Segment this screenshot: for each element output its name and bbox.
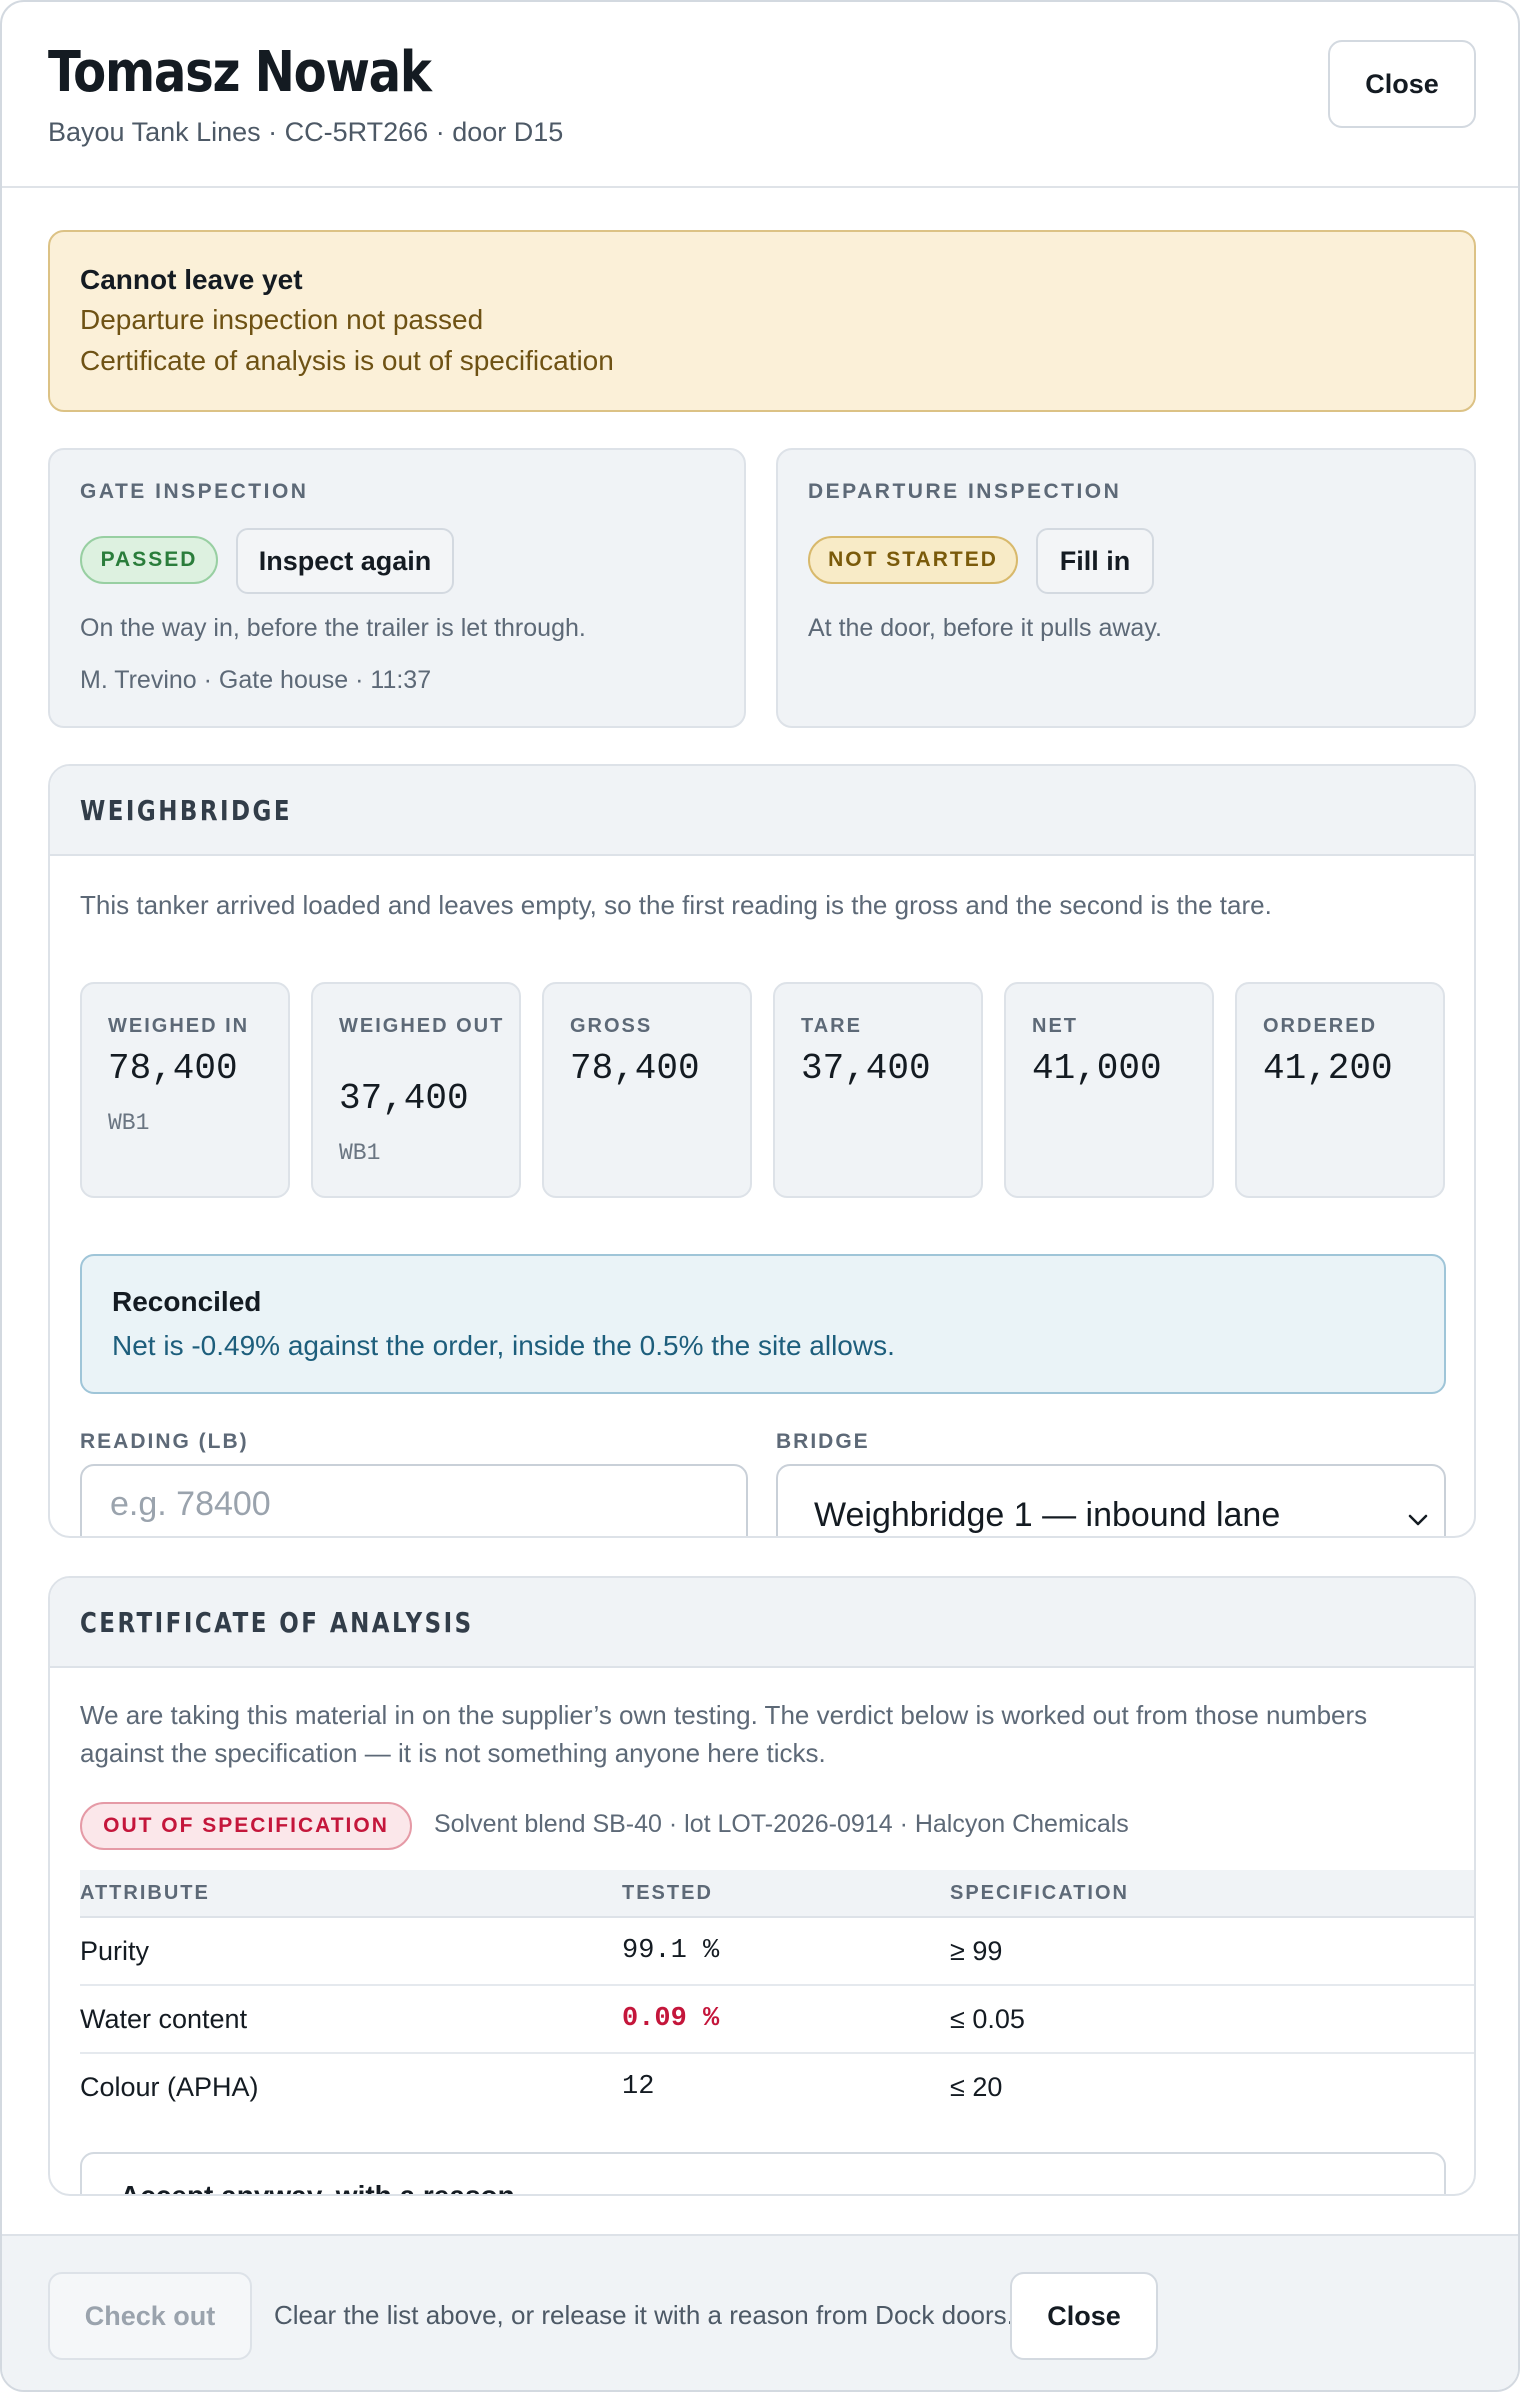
card-label: DEPARTURE INSPECTION	[808, 480, 1122, 503]
reading-tile-weighed-in: WEIGHED IN 78,400 WB1	[80, 982, 290, 1198]
dialog-header: Tomasz Nowak Bayou Tank Lines · CC-5RT26…	[2, 2, 1518, 188]
tile-label: NET	[1032, 1015, 1078, 1037]
table-row: Purity 99.1 % ≥ 99	[80, 1918, 1474, 1986]
spec-cell: ≤ 0.05	[950, 2004, 1025, 2034]
tile-value: 37,400	[801, 1048, 931, 1089]
reading-tile-ordered: ORDERED 41,200	[1235, 982, 1445, 1198]
bridge-select[interactable]: Weighbridge 1 — inbound lane	[776, 1464, 1446, 1536]
reconciled-notice: Reconciled Net is -0.49% against the ord…	[80, 1254, 1446, 1394]
card-description: At the door, before it pulls away.	[808, 614, 1162, 642]
footer-hint: Clear the list above, or release it with…	[274, 2300, 1014, 2330]
attribute-cell: Water content	[80, 2004, 248, 2034]
column-header: ATTRIBUTE	[80, 1882, 210, 1904]
verdict-badge: OUT OF SPECIFICATION	[80, 1802, 412, 1850]
tested-cell: 99.1 %	[622, 1936, 720, 1966]
column-header: TESTED	[622, 1882, 713, 1904]
attribute-cell: Colour (APHA)	[80, 2072, 259, 2102]
close-button[interactable]: Close	[1328, 40, 1476, 128]
tested-cell: 12	[622, 2072, 655, 2102]
tile-value: 41,200	[1263, 1048, 1393, 1089]
tested-cell-out-of-spec: 0.09 %	[622, 2004, 720, 2034]
card-description: On the way in, before the trailer is let…	[80, 614, 586, 642]
spec-cell: ≥ 99	[950, 1936, 1003, 1966]
accept-anyway-panel[interactable]: Accept anyway, with a reason	[80, 2152, 1446, 2196]
gate-inspection-card: GATE INSPECTION PASSED Inspect again On …	[48, 448, 746, 728]
blocking-banner: Cannot leave yet Departure inspection no…	[48, 230, 1476, 412]
tile-label: ORDERED	[1263, 1015, 1378, 1037]
visit-detail-dialog: Tomasz Nowak Bayou Tank Lines · CC-5RT26…	[0, 0, 1520, 2392]
departure-inspection-card: DEPARTURE INSPECTION NOT STARTED Fill in…	[776, 448, 1476, 728]
section-intro: We are taking this material in on the su…	[80, 1700, 1368, 1768]
reading-tile-weighed-out: WEIGHED OUT 37,400 WB1	[311, 982, 521, 1198]
accept-anyway-title: Accept anyway, with a reason	[120, 2180, 515, 2196]
section-header: WEIGHBRIDGE	[50, 766, 1474, 856]
section-title: WEIGHBRIDGE	[80, 794, 292, 827]
reading-tile-gross: GROSS 78,400	[542, 982, 752, 1198]
spec-cell: ≤ 20	[950, 2072, 1003, 2102]
tile-label: WEIGHED IN	[108, 1015, 250, 1037]
tile-label: WEIGHED OUT	[339, 1015, 505, 1037]
visit-subtitle: Bayou Tank Lines · CC-5RT266 · door D15	[48, 117, 564, 147]
dialog-footer: Check out Clear the list above, or relea…	[2, 2234, 1518, 2390]
inspection-meta: M. Trevino · Gate house · 11:37	[80, 666, 432, 694]
bridge-select-value: Weighbridge 1 — inbound lane	[814, 1496, 1281, 1534]
reading-input[interactable]	[80, 1464, 748, 1536]
tile-label: TARE	[801, 1015, 862, 1037]
status-badge: PASSED	[80, 536, 218, 584]
table-row: Water content 0.09 % ≤ 0.05	[80, 1986, 1474, 2054]
reconciled-text: Net is -0.49% against the order, inside …	[112, 1330, 895, 1361]
status-badge: NOT STARTED	[808, 536, 1018, 584]
attribute-cell: Purity	[80, 1936, 150, 1966]
table-row: Colour (APHA) 12 ≤ 20	[80, 2054, 1474, 2122]
chevron-down-icon	[1408, 1514, 1428, 1526]
section-header: CERTIFICATE OF ANALYSIS	[50, 1578, 1474, 1668]
bridge-label: BRIDGE	[776, 1430, 870, 1453]
section-title: CERTIFICATE OF ANALYSIS	[80, 1606, 474, 1639]
banner-reason: Certificate of analysis is out of specif…	[80, 345, 614, 376]
check-out-button[interactable]: Check out	[48, 2272, 252, 2360]
column-header: SPECIFICATION	[950, 1882, 1129, 1904]
coa-section: CERTIFICATE OF ANALYSIS We are taking th…	[48, 1576, 1476, 2196]
reading-tile-net: NET 41,000	[1004, 982, 1214, 1198]
tile-bridge: WB1	[108, 1110, 150, 1136]
reconciled-title: Reconciled	[112, 1286, 262, 1317]
table-header: ATTRIBUTE TESTED SPECIFICATION	[80, 1870, 1474, 1918]
tile-label: GROSS	[570, 1015, 653, 1037]
fill-in-button[interactable]: Fill in	[1036, 528, 1154, 594]
close-button[interactable]: Close	[1010, 2272, 1158, 2360]
tile-value: 78,400	[108, 1048, 238, 1089]
weighbridge-section: WEIGHBRIDGE This tanker arrived loaded a…	[48, 764, 1476, 1538]
section-intro: This tanker arrived loaded and leaves em…	[80, 890, 1272, 920]
tile-bridge: WB1	[339, 1140, 381, 1166]
banner-title: Cannot leave yet	[80, 264, 303, 295]
banner-reason: Departure inspection not passed	[80, 304, 484, 335]
reading-label: READING (LB)	[80, 1430, 249, 1453]
card-label: GATE INSPECTION	[80, 480, 309, 503]
reading-tile-tare: TARE 37,400	[773, 982, 983, 1198]
tile-value: 41,000	[1032, 1048, 1162, 1089]
driver-name: Tomasz Nowak	[48, 40, 432, 105]
tile-value: 78,400	[570, 1048, 700, 1089]
coa-meta: Solvent blend SB-40 · lot LOT-2026-0914 …	[434, 1810, 1129, 1838]
tile-value: 37,400	[339, 1078, 469, 1119]
inspect-again-button[interactable]: Inspect again	[236, 528, 454, 594]
